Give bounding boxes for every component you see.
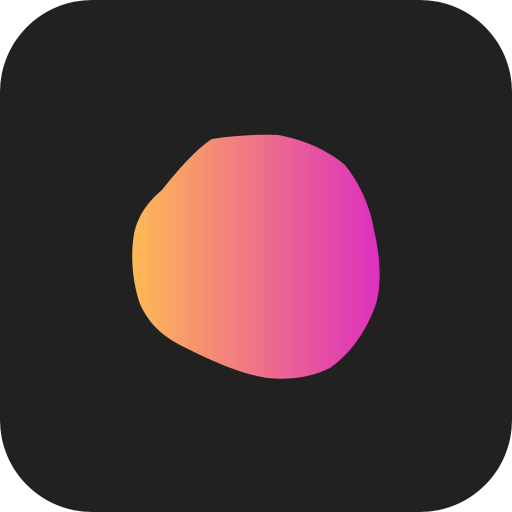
gradient-blob-icon (132, 134, 380, 379)
blob-shape (132, 134, 380, 379)
app-icon-tile (0, 0, 512, 512)
